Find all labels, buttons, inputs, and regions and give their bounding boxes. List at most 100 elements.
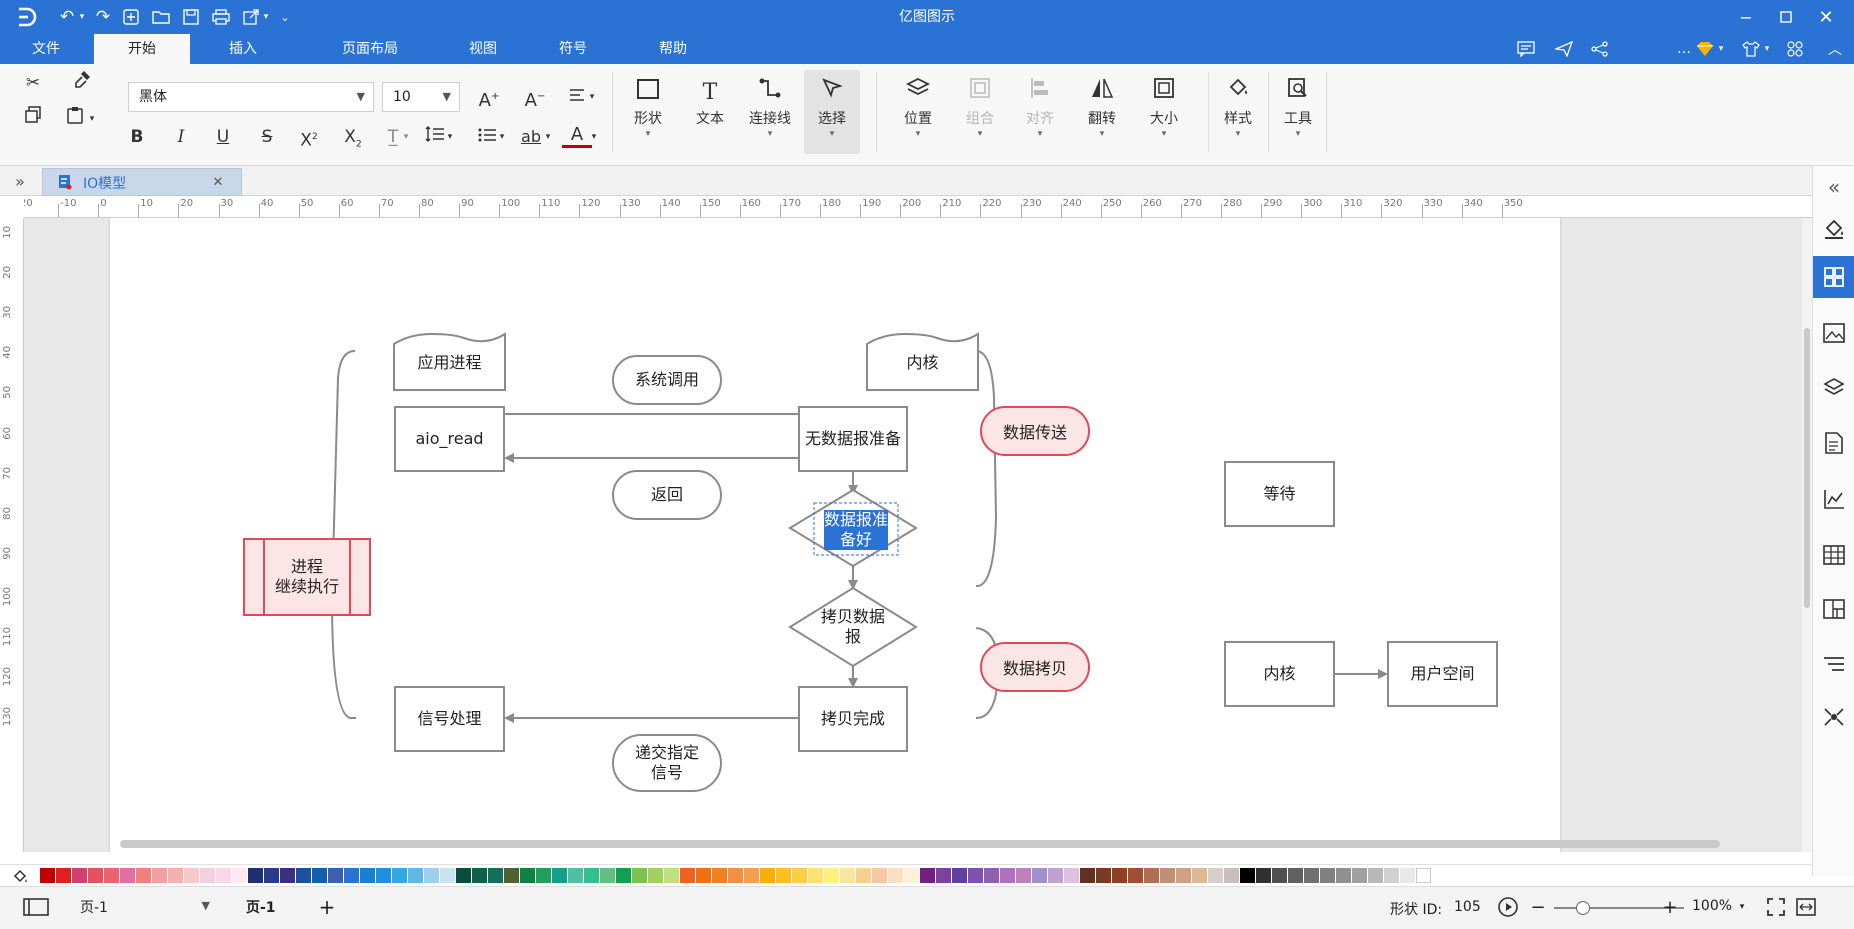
play-icon[interactable] [1496, 895, 1520, 919]
color-swatch[interactable] [952, 868, 967, 883]
shape-button[interactable]: 形状 ▾ [620, 70, 676, 154]
copy-done-box[interactable]: 拷贝完成 [798, 686, 908, 752]
send-icon[interactable] [1552, 38, 1576, 60]
color-swatch[interactable] [440, 868, 455, 883]
zoom-level[interactable]: 100% [1692, 898, 1732, 914]
color-swatch[interactable] [1128, 868, 1143, 883]
flip-button[interactable]: 翻转 ▾ [1074, 70, 1130, 154]
signal-handling-box[interactable]: 信号处理 [394, 686, 505, 752]
collapse-panel-icon[interactable]: « [1813, 166, 1854, 208]
color-swatch[interactable] [1016, 868, 1031, 883]
color-swatch[interactable] [488, 868, 503, 883]
vertical-scrollbar-thumb[interactable] [1804, 328, 1810, 608]
close-icon[interactable]: ✕ [1814, 5, 1838, 29]
color-swatch[interactable] [632, 868, 647, 883]
export-dropdown-icon[interactable]: ▾ [260, 6, 272, 28]
user-space-box[interactable]: 用户空间 [1387, 641, 1498, 707]
color-swatch[interactable] [1304, 868, 1319, 883]
fill-panel-icon[interactable] [1813, 208, 1854, 250]
color-swatch[interactable] [504, 868, 519, 883]
color-swatch[interactable] [744, 868, 759, 883]
color-swatch[interactable] [392, 868, 407, 883]
color-swatch[interactable] [872, 868, 887, 883]
font-size-select[interactable]: 10 ▼ [382, 82, 460, 112]
color-swatch[interactable] [680, 868, 695, 883]
syscall-terminator[interactable]: 系统调用 [612, 355, 722, 405]
image-panel-icon[interactable] [1813, 312, 1854, 354]
color-swatch[interactable] [936, 868, 951, 883]
new-file-icon[interactable] [120, 6, 142, 28]
color-swatch[interactable] [824, 868, 839, 883]
color-swatch[interactable] [216, 868, 231, 883]
zoom-slider-thumb[interactable] [1576, 901, 1590, 915]
kernel-header-label[interactable]: 内核 [867, 340, 978, 386]
color-swatch[interactable] [520, 868, 535, 883]
fullscreen-icon[interactable] [1764, 895, 1788, 919]
minimize-icon[interactable]: − [1734, 5, 1758, 29]
paste-dropdown-icon[interactable]: ▾ [86, 104, 98, 134]
return-terminator[interactable]: 返回 [612, 470, 722, 520]
page-tab[interactable]: 页-1 [246, 897, 276, 917]
color-swatch[interactable] [696, 868, 711, 883]
skin-icon[interactable] [1740, 38, 1762, 60]
aio-read-box[interactable]: aio_read [394, 406, 505, 472]
page-panel-icon[interactable] [1813, 422, 1854, 464]
color-swatch[interactable] [1080, 868, 1095, 883]
menu-home[interactable]: 开始 [94, 34, 190, 64]
size-button[interactable]: 大小 ▾ [1136, 70, 1192, 154]
page-selector[interactable]: 页-1 ▼ [80, 897, 210, 919]
strikethrough-icon[interactable]: S [252, 122, 282, 152]
menu-view[interactable]: 视图 [440, 34, 526, 64]
decrease-font-icon[interactable]: A− [520, 82, 550, 112]
font-family-select[interactable]: 黑体 ▼ [128, 82, 374, 112]
superscript-icon[interactable]: X2 [294, 122, 324, 152]
color-swatch[interactable] [648, 868, 663, 883]
color-swatch[interactable] [184, 868, 199, 883]
page-view-icon[interactable] [22, 895, 50, 919]
select-button[interactable]: 选择 ▾ [804, 70, 860, 154]
color-swatch[interactable] [456, 868, 471, 883]
share-icon[interactable] [1588, 38, 1612, 60]
font-color-dropdown-icon[interactable]: ▾ [588, 122, 600, 152]
menu-page-layout[interactable]: 页面布局 [300, 34, 440, 64]
zoom-out-icon[interactable]: − [1528, 895, 1548, 919]
cut-icon[interactable]: ✂ [18, 68, 48, 98]
tools-button[interactable]: 工具 ▾ [1270, 70, 1326, 154]
color-swatch[interactable] [904, 868, 919, 883]
color-swatch[interactable] [72, 868, 87, 883]
color-swatch[interactable] [568, 868, 583, 883]
color-swatch[interactable] [1176, 868, 1191, 883]
undo-icon[interactable]: ↶ [56, 6, 78, 28]
color-swatch[interactable] [1368, 868, 1383, 883]
color-swatch[interactable] [584, 868, 599, 883]
vertical-scrollbar[interactable] [1802, 218, 1812, 852]
color-swatch[interactable] [56, 868, 71, 883]
color-swatch[interactable] [600, 868, 615, 883]
vip-diamond-icon[interactable] [1694, 38, 1716, 60]
group-button[interactable]: 组合 ▾ [952, 70, 1008, 154]
maximize-icon[interactable] [1774, 5, 1798, 29]
undo-dropdown-icon[interactable]: ▾ [76, 6, 88, 28]
color-swatch[interactable] [424, 868, 439, 883]
more-icon[interactable]: … [1676, 38, 1692, 60]
comment-icon[interactable] [1514, 38, 1538, 60]
color-swatch[interactable] [760, 868, 775, 883]
horizontal-scrollbar[interactable] [120, 840, 1720, 848]
color-swatch[interactable] [792, 868, 807, 883]
export-icon[interactable] [240, 6, 262, 28]
color-swatch[interactable] [840, 868, 855, 883]
color-swatch[interactable] [1064, 868, 1079, 883]
color-swatch[interactable] [1256, 868, 1271, 883]
highlight-dropdown-icon[interactable]: ▾ [542, 122, 554, 152]
color-swatch[interactable] [552, 868, 567, 883]
color-swatch[interactable] [1224, 868, 1239, 883]
deliver-signal-terminator[interactable]: 递交指定 信号 [612, 734, 722, 792]
format-painter-icon[interactable] [68, 68, 98, 98]
color-swatches[interactable] [40, 868, 1432, 884]
color-swatch[interactable] [1320, 868, 1335, 883]
color-swatch[interactable] [1400, 868, 1415, 883]
symbol-library-icon[interactable] [1813, 256, 1854, 298]
app-logo-icon[interactable] [14, 5, 38, 29]
color-swatch[interactable] [920, 868, 935, 883]
color-swatch[interactable] [1048, 868, 1063, 883]
